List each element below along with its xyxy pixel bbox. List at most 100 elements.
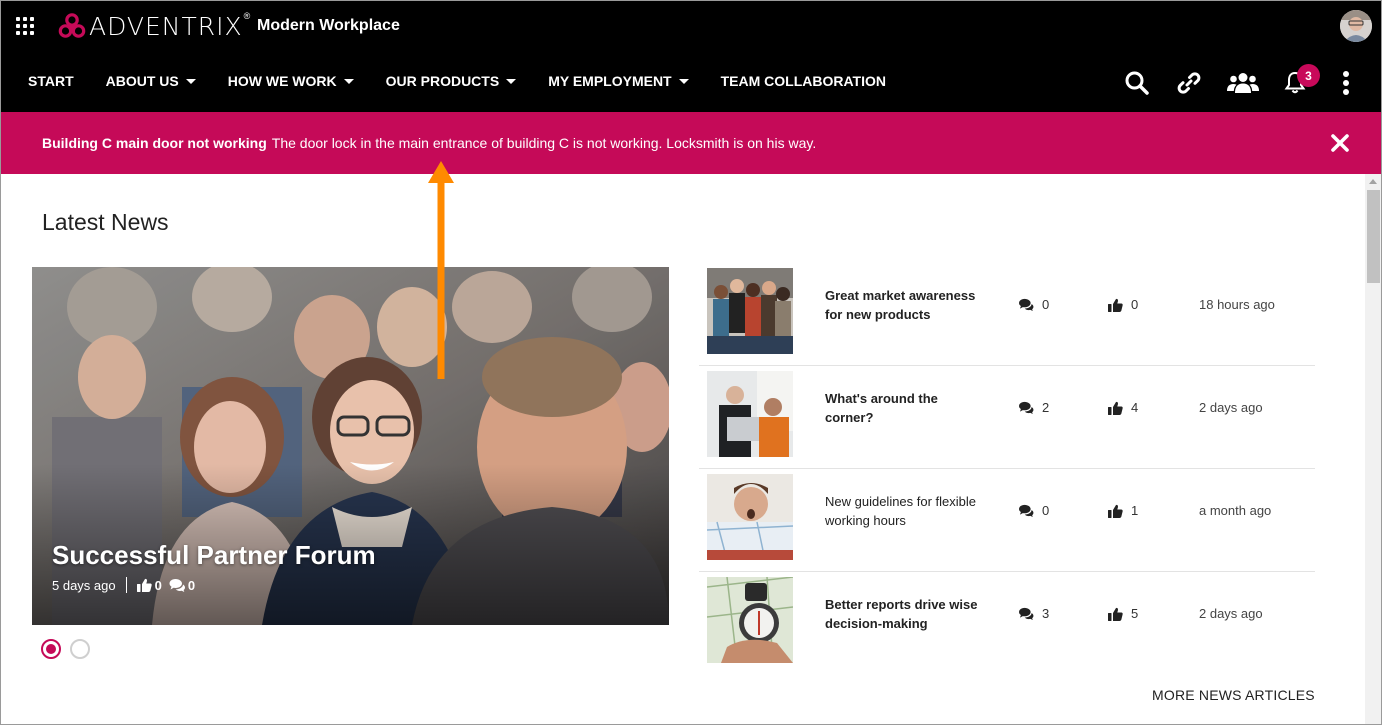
thumbs-up-icon bbox=[1108, 298, 1123, 312]
featured-news-title[interactable]: Successful Partner Forum bbox=[52, 540, 376, 571]
annotation-arrow-icon bbox=[428, 161, 454, 379]
comment-count: 0 bbox=[1018, 503, 1049, 518]
featured-news-card[interactable]: Successful Partner Forum 5 days ago 0 0 bbox=[32, 267, 669, 625]
news-time: 2 days ago bbox=[1199, 606, 1263, 621]
thumbs-up-icon bbox=[1108, 504, 1123, 518]
alert-banner: Building C main door not working The door… bbox=[1, 112, 1381, 174]
news-list-item[interactable]: Better reports drive wise decision-makin… bbox=[699, 572, 1315, 675]
top-bar: ADVENTRIX ® Modern Workplace bbox=[1, 1, 1381, 51]
nav-item-label: START bbox=[28, 73, 74, 89]
comment-count-value: 0 bbox=[1042, 297, 1050, 312]
comments-icon bbox=[1019, 298, 1034, 311]
chevron-down-icon bbox=[185, 78, 196, 84]
comment-count-value: 3 bbox=[1042, 606, 1050, 621]
logo-mark-icon bbox=[58, 13, 86, 38]
carousel-dot-1[interactable] bbox=[41, 639, 61, 659]
site-title[interactable]: Modern Workplace bbox=[257, 17, 400, 35]
news-time: 2 days ago bbox=[1199, 400, 1263, 415]
comments-icon bbox=[169, 579, 185, 592]
app-launcher-icon[interactable] bbox=[16, 17, 34, 35]
nav-item-label: OUR PRODUCTS bbox=[385, 73, 500, 89]
comment-count-value: 2 bbox=[1042, 400, 1050, 415]
comments-icon bbox=[1019, 504, 1034, 517]
news-title[interactable]: New guidelines for flexible working hour… bbox=[825, 492, 985, 530]
news-title[interactable]: What's around the corner? bbox=[825, 389, 985, 427]
nav-item-label: HOW WE WORK bbox=[227, 73, 337, 89]
news-thumbnail[interactable] bbox=[707, 474, 793, 560]
news-thumbnail-image bbox=[707, 268, 793, 354]
news-time: a month ago bbox=[1199, 503, 1272, 518]
main-navigation: START ABOUT US HOW WE WORK OUR PRODUCTS … bbox=[1, 51, 1381, 112]
like-count-value: 0 bbox=[1131, 297, 1139, 312]
carousel-dot-2[interactable] bbox=[70, 639, 90, 659]
like-count: 0 bbox=[1108, 297, 1138, 312]
featured-comments: 0 bbox=[169, 578, 195, 593]
alert-message: The door lock in the main entrance of bu… bbox=[271, 135, 817, 151]
comment-count: 2 bbox=[1018, 400, 1049, 415]
featured-news-meta: 5 days ago 0 0 bbox=[52, 577, 202, 593]
search-icon[interactable] bbox=[1123, 69, 1151, 97]
thumbs-up-icon bbox=[1108, 401, 1123, 415]
browser-frame: ADVENTRIX ® Modern Workplace START ABOUT… bbox=[0, 0, 1382, 725]
news-thumbnail-image bbox=[707, 577, 793, 663]
brand-logo[interactable]: ADVENTRIX ® bbox=[57, 10, 250, 42]
alert-text: Building C main door not working The door… bbox=[42, 135, 816, 151]
featured-likes: 0 bbox=[136, 577, 162, 593]
news-thumbnail[interactable] bbox=[707, 577, 793, 663]
chevron-down-icon bbox=[678, 78, 689, 84]
thumbs-up-icon bbox=[136, 578, 152, 592]
notification-count-badge: 3 bbox=[1297, 64, 1320, 87]
nav-item-label: MY EMPLOYMENT bbox=[548, 73, 672, 89]
chevron-down-icon bbox=[343, 78, 354, 84]
comments-icon bbox=[1019, 607, 1034, 620]
nav-item-how-we-work[interactable]: HOW WE WORK bbox=[228, 73, 354, 89]
news-title[interactable]: Great market awareness for new products bbox=[825, 286, 985, 324]
news-list-item[interactable]: What's around the corner? 2 4 2 days ago bbox=[699, 366, 1315, 469]
news-thumbnail[interactable] bbox=[707, 371, 793, 457]
comments-icon bbox=[1019, 401, 1034, 414]
more-vertical-icon[interactable] bbox=[1332, 69, 1360, 97]
nav-item-label: TEAM COLLABORATION bbox=[720, 73, 886, 89]
alert-title: Building C main door not working bbox=[42, 135, 267, 151]
nav-item-our-products[interactable]: OUR PRODUCTS bbox=[386, 73, 517, 89]
registered-mark: ® bbox=[243, 11, 251, 21]
like-count: 4 bbox=[1108, 400, 1138, 415]
featured-news-time: 5 days ago bbox=[52, 577, 116, 593]
nav-item-about-us[interactable]: ABOUT US bbox=[106, 73, 196, 89]
thumbs-up-icon bbox=[1108, 607, 1123, 621]
news-time: 18 hours ago bbox=[1199, 297, 1275, 312]
featured-likes-count: 0 bbox=[154, 577, 162, 593]
like-count-value: 4 bbox=[1131, 400, 1139, 415]
brand-name: ADVENTRIX bbox=[89, 11, 243, 41]
meta-divider bbox=[125, 577, 127, 593]
more-news-articles-link[interactable]: MORE NEWS ARTICLES bbox=[1152, 687, 1315, 703]
news-thumbnail-image bbox=[707, 371, 793, 457]
comment-count-value: 0 bbox=[1042, 503, 1050, 518]
nav-item-start[interactable]: START bbox=[28, 73, 74, 89]
nav-item-label: ABOUT US bbox=[105, 73, 179, 89]
news-thumbnail-image bbox=[707, 474, 793, 560]
comment-count: 0 bbox=[1018, 297, 1049, 312]
like-count: 1 bbox=[1108, 503, 1138, 518]
news-title[interactable]: Better reports drive wise decision-makin… bbox=[825, 595, 985, 633]
like-count-value: 1 bbox=[1131, 503, 1139, 518]
nav-item-team-collaboration[interactable]: TEAM COLLABORATION bbox=[721, 73, 886, 89]
people-icon[interactable] bbox=[1226, 69, 1260, 97]
section-title: Latest News bbox=[42, 209, 169, 235]
like-count-value: 5 bbox=[1131, 606, 1139, 621]
like-count: 5 bbox=[1108, 606, 1138, 621]
chevron-down-icon bbox=[506, 78, 517, 84]
news-thumbnail[interactable] bbox=[707, 268, 793, 354]
comment-count: 3 bbox=[1018, 606, 1049, 621]
scrollbar-thumb[interactable] bbox=[1367, 190, 1380, 283]
close-icon[interactable] bbox=[1329, 132, 1351, 154]
nav-item-my-employment[interactable]: MY EMPLOYMENT bbox=[548, 73, 689, 89]
featured-comments-count: 0 bbox=[187, 577, 196, 593]
hero-gradient-overlay bbox=[32, 267, 669, 625]
scroll-up-arrow-icon[interactable] bbox=[1369, 179, 1377, 184]
link-icon[interactable] bbox=[1175, 69, 1203, 97]
news-list-item[interactable]: New guidelines for flexible working hour… bbox=[699, 469, 1315, 572]
user-photo-icon bbox=[1340, 10, 1372, 42]
news-list-item[interactable]: Great market awareness for new products … bbox=[699, 263, 1315, 366]
user-avatar[interactable] bbox=[1340, 10, 1372, 42]
